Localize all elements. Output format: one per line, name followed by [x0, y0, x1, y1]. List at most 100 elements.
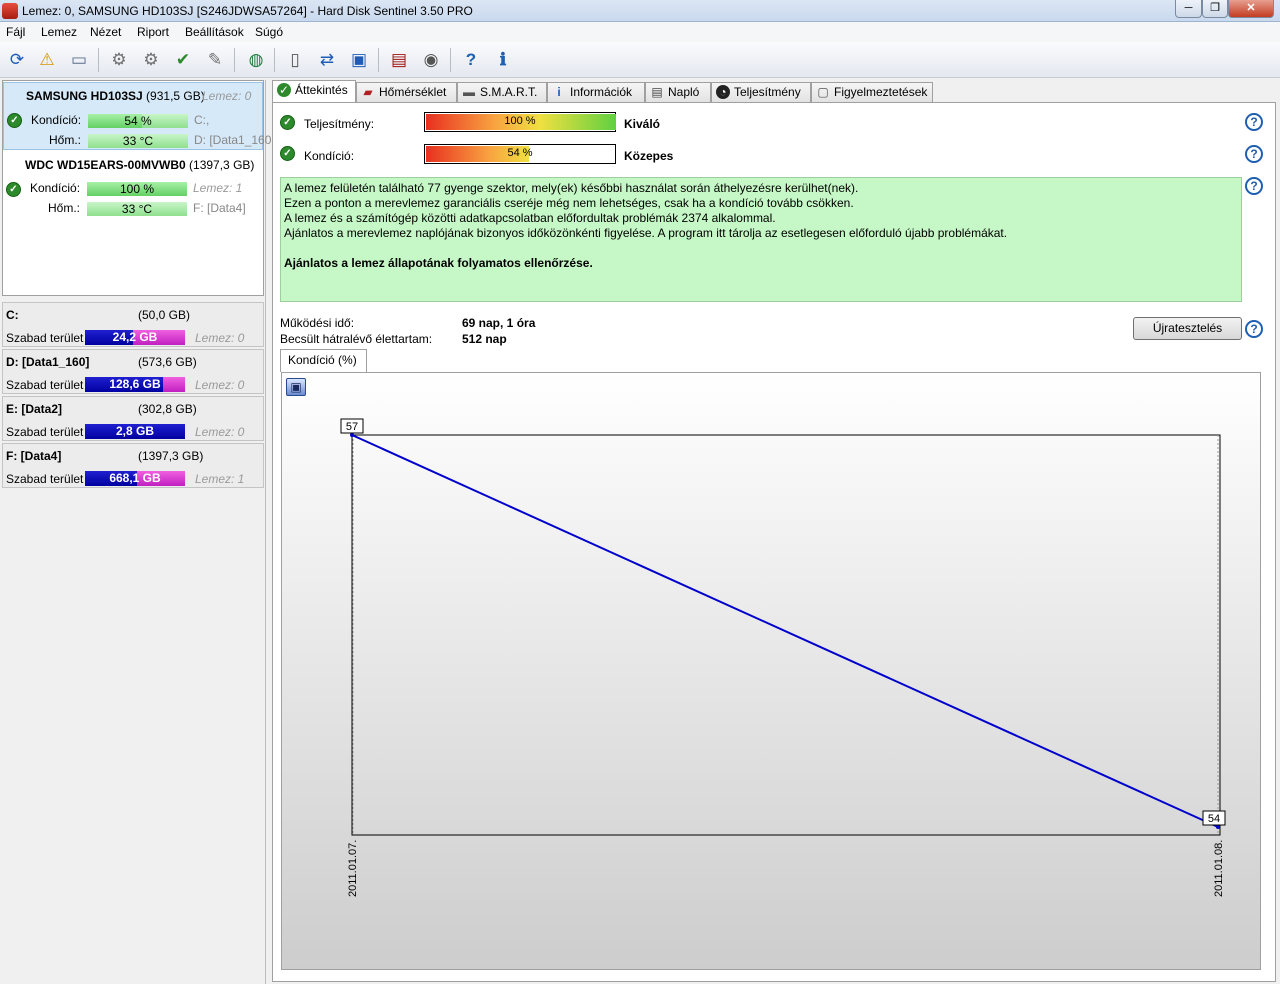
- tab-smart[interactable]: ▬ S.M.A.R.T.: [457, 82, 547, 102]
- partition-size: (50,0 GB): [138, 308, 191, 322]
- tab-alerts[interactable]: ▢ Figyelmeztetések: [811, 82, 933, 102]
- disk-test-icon[interactable]: ⚙: [106, 47, 132, 73]
- title-bar: Lemez: 0, SAMSUNG HD103SJ [S246JDWSA5726…: [0, 0, 1280, 22]
- toolbar-separator: [274, 48, 275, 72]
- free-space-value: 2,8 GB: [115, 424, 154, 438]
- refresh-icon[interactable]: ⟳: [4, 47, 30, 73]
- partition-name: E: [Data2]: [6, 402, 63, 416]
- maximize-button[interactable]: ❐: [1202, 0, 1228, 18]
- toolbar: ⟳ ⚠ ▭ ⚙ ⚙ ✔ ✎ ◍ ▯ ⇄ ▣ ▤ ◉ ? ℹ: [0, 42, 1280, 78]
- free-space-bar: 668,1 GB: [85, 471, 185, 486]
- free-space-label: Szabad terület: [6, 425, 84, 439]
- retest-button[interactable]: Újratesztelés: [1133, 317, 1242, 340]
- disk-check-icon[interactable]: ✔: [170, 47, 196, 73]
- partition-e[interactable]: E: [Data2] (302,8 GB) Szabad terület 2,8…: [2, 396, 264, 441]
- data-label: 54: [1208, 813, 1220, 825]
- disk-model: SAMSUNG HD103SJ: [26, 89, 143, 103]
- document-icon[interactable]: ▯: [282, 47, 308, 73]
- ok-icon: ✓: [280, 146, 295, 161]
- thermometer-icon: ▰: [363, 85, 373, 99]
- partition-disk-index: Lemez: 0: [195, 425, 245, 439]
- sound-icon[interactable]: ◉: [418, 47, 444, 73]
- menu-bar: Fájl Lemez Nézet Riport Beállítások Súgó: [0, 22, 1280, 42]
- help-icon[interactable]: ?: [1245, 177, 1263, 195]
- ok-icon: ✓: [6, 182, 21, 197]
- partition-c[interactable]: C: (50,0 GB) Szabad terület 24,2 GB Leme…: [2, 302, 264, 347]
- partition-disk-index: Lemez: 0: [195, 378, 245, 392]
- temperature-value: 33 °C: [121, 202, 153, 216]
- temperature-label: Hőm.:: [48, 201, 81, 215]
- help-icon[interactable]: ?: [1245, 320, 1263, 338]
- uptime-label: Működési idő:: [280, 316, 355, 330]
- help-icon[interactable]: ?: [458, 47, 484, 73]
- drive-letter: F: [Data4]: [193, 201, 246, 215]
- free-space-bar: 24,2 GB: [85, 330, 185, 345]
- disk-tool-icon[interactable]: ✎: [202, 47, 228, 73]
- close-button[interactable]: ✕: [1228, 0, 1274, 18]
- gauge-icon: ◔: [716, 85, 730, 99]
- tab-temperature[interactable]: ▰ Hőmérséklet: [356, 82, 457, 102]
- tab-log[interactable]: ▤ Napló: [645, 82, 711, 102]
- ok-icon: ✓: [280, 115, 295, 130]
- partition-d[interactable]: D: [Data1_160] (573,6 GB) Szabad terület…: [2, 349, 264, 394]
- partition-f[interactable]: F: [Data4] (1397,3 GB) Szabad terület 66…: [2, 443, 264, 488]
- lifetime-label: Becsült hátralévő élettartam:: [280, 332, 433, 346]
- free-space-value: 24,2 GB: [112, 330, 158, 344]
- save-icon[interactable]: ▣: [286, 378, 306, 396]
- globe-icon[interactable]: ◍: [243, 47, 269, 73]
- help-icon[interactable]: ?: [1245, 113, 1263, 131]
- help-icon[interactable]: ?: [1245, 145, 1263, 163]
- toolbar-separator: [450, 48, 451, 72]
- message-line: Ajánlatos a merevlemez naplójának bizony…: [284, 226, 1008, 240]
- menu-file[interactable]: Fájl: [6, 25, 25, 39]
- performance-rating: Kiváló: [624, 117, 661, 131]
- menu-view[interactable]: Nézet: [90, 25, 121, 39]
- tab-label: S.M.A.R.T.: [480, 85, 538, 99]
- message-line: Ezen a ponton a merevlemez garanciális c…: [284, 196, 854, 210]
- message-line: A lemez és a számítógép közötti adatkapc…: [284, 211, 776, 225]
- tab-performance[interactable]: ◔ Teljesítmény: [711, 82, 811, 102]
- menu-report[interactable]: Riport: [137, 25, 169, 39]
- drive-letter: C:,: [194, 113, 210, 127]
- ok-icon: ✓: [277, 83, 291, 97]
- disk-icon: ▬: [463, 85, 475, 99]
- disk-card-wdc[interactable]: WDC WD15EARS-00MVWB0 (1397,3 GB) ✓ Kondí…: [3, 152, 263, 220]
- info-icon[interactable]: ℹ: [490, 47, 516, 73]
- disk-model: WDC WD15EARS-00MVWB0: [25, 158, 186, 172]
- sync-icon[interactable]: ⇄: [314, 47, 340, 73]
- ok-icon: ✓: [7, 113, 22, 128]
- menu-disk[interactable]: Lemez: [41, 25, 77, 39]
- free-space-bar: 2,8 GB: [85, 424, 185, 439]
- tab-overview[interactable]: ✓ Áttekintés: [272, 80, 356, 103]
- info-icon: i: [557, 85, 561, 99]
- monitor-icon[interactable]: ▤: [386, 47, 412, 73]
- disk-size: (931,5 GB): [146, 89, 205, 103]
- tab-label: Teljesítmény: [734, 85, 801, 99]
- disk-icon[interactable]: ▭: [66, 47, 92, 73]
- x-tick-label: 2011.01.08.: [1213, 840, 1225, 897]
- disk-index: Lemez: 0: [202, 89, 252, 103]
- tab-information[interactable]: i Információk: [547, 82, 645, 102]
- network-icon[interactable]: ▣: [346, 47, 372, 73]
- menu-help[interactable]: Súgó: [255, 25, 283, 39]
- condition-value: 54 %: [124, 114, 152, 128]
- disk-index: Lemez: 1: [193, 181, 243, 195]
- tab-label: Hőmérséklet: [379, 85, 447, 99]
- condition-label: Kondíció:: [304, 149, 355, 163]
- partition-size: (573,6 GB): [138, 355, 197, 369]
- tab-label: Információk: [570, 85, 633, 99]
- minimize-button[interactable]: ─: [1175, 0, 1202, 18]
- disk-test2-icon[interactable]: ⚙: [138, 47, 164, 73]
- condition-label: Kondíció:: [31, 113, 82, 127]
- left-panel: SAMSUNG HD103SJ (931,5 GB) Lemez: 0 ✓ Ko…: [0, 80, 271, 984]
- condition-value: 100 %: [119, 182, 155, 196]
- tab-condition-chart[interactable]: Kondíció (%): [280, 349, 367, 372]
- data-label: 57: [346, 421, 358, 433]
- temperature-bar: 33 °C: [87, 202, 187, 216]
- disk-card-samsung[interactable]: SAMSUNG HD103SJ (931,5 GB) Lemez: 0 ✓ Ko…: [3, 82, 271, 150]
- drive-letter: D: [Data1_160: [194, 133, 272, 147]
- condition-chart-svg: 57 54 2011.01.07. 2011.01.08.: [340, 418, 1226, 897]
- disk-name: SAMSUNG HD103SJ (931,5 GB): [26, 89, 205, 103]
- menu-settings[interactable]: Beállítások: [185, 25, 244, 39]
- alert-icon[interactable]: ⚠: [34, 47, 60, 73]
